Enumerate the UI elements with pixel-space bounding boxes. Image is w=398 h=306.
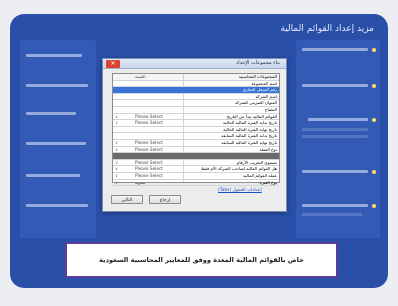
bg-bullet (372, 84, 376, 88)
bg-line (308, 118, 368, 121)
grid-row-label: تاريخ نهاية الفترة المالية الحالية (223, 126, 277, 132)
grid-row[interactable]: العنوان الضريبي للشركة (113, 100, 279, 107)
chevron-down-icon[interactable]: ∨ (115, 173, 131, 179)
grid-row-label: تاريخ بداية الفترة المالية السابقة (221, 133, 277, 139)
bg-right-panel (296, 40, 380, 238)
caption-text: خاص بالقوائم المالية المعدة ووفق للمعايي… (99, 256, 304, 264)
background-heading: مزيد إعداد القوائم المالية (280, 24, 374, 34)
dialog-titlebar: بناء مجموعات الإعداد ✕ (103, 59, 286, 69)
caption-box: خاص بالقوائم المالية المعدة ووفق للمعايي… (65, 242, 338, 278)
bg-bullet (372, 170, 376, 174)
bg-left-panel (20, 40, 96, 238)
grid-row-value[interactable]: Please Select (135, 173, 175, 179)
dialog-title: بناء مجموعات الإعداد (235, 60, 280, 66)
bg-line (26, 84, 88, 87)
grid-row-label: اسم الشركة (255, 93, 277, 99)
grid-row-value[interactable]: Please Select (135, 160, 175, 166)
grid-header-value: القيمة (135, 74, 146, 79)
grid-row-value[interactable]: Please Select (135, 114, 175, 120)
settings-grid: المجموعات المحاسبية القيمة اسم المجموعة ر… (112, 73, 280, 187)
bg-bullet (372, 48, 376, 52)
bg-line (26, 54, 82, 57)
chevron-down-icon[interactable]: ∨ (115, 166, 131, 172)
grid-row-label: مستوى التقريب الأرقام (236, 159, 277, 165)
grid-row-value[interactable]: Please Select (135, 147, 175, 153)
grid-row[interactable]: نوع الفترة سنوية ∨ (113, 180, 279, 187)
next-button[interactable]: التالي (111, 195, 143, 204)
bg-line (302, 204, 368, 207)
chevron-down-icon[interactable]: ∨ (115, 140, 131, 146)
chevron-down-icon[interactable]: ∨ (115, 147, 131, 153)
grid-row-label: رقم السجل التجاري (242, 87, 277, 93)
grid-row[interactable]: تاريخ بداية الفترة المالية الحالية Please… (113, 120, 279, 127)
slide-frame: مزيد إعداد القوائم المالية بناء مجموعات … (0, 0, 398, 306)
grid-row[interactable]: نوع العملة Please Select ∨ (113, 147, 279, 154)
grid-row-value[interactable]: Please Select (135, 166, 175, 172)
grid-row-value[interactable]: Please Select (135, 140, 175, 146)
grid-row-label: اسم المجموعة (251, 80, 277, 86)
back-button[interactable]: إرجاع (149, 195, 181, 204)
bg-line (26, 174, 80, 177)
grid-row[interactable]: مستوى التقريب الأرقام Please Select ∨ (113, 160, 279, 167)
grid-row[interactable]: القوائم المالية تبدأ من التاريخ Please Se… (113, 114, 279, 121)
bg-line (302, 135, 368, 138)
grid-row[interactable]: تاريخ نهاية الفترة المالية الحالية (113, 127, 279, 134)
grid-row-value[interactable]: Please Select (135, 120, 175, 126)
grid-row-label: تاريخ نهاية الفترة المالية السابقة (221, 140, 277, 145)
bg-bullet (372, 204, 376, 208)
bg-line (302, 48, 368, 51)
grid-row-label: نوع العملة (259, 146, 277, 152)
grid-row-label: القوائم المالية تبدأ من التاريخ (226, 113, 277, 119)
grid-row[interactable]: هل القوائم المالية لصاحب الشركة الأم فقط… (113, 166, 279, 173)
bg-line (302, 213, 362, 216)
grid-row[interactable]: المفتاح (113, 107, 279, 114)
field-settings-link[interactable]: إعدادات الحقول (Tabs) (218, 188, 262, 193)
grid-row-label: المفتاح (264, 107, 277, 112)
bg-line (302, 84, 368, 87)
bg-line (302, 170, 368, 173)
grid-header-name: المجموعات المحاسبية (238, 74, 277, 79)
bg-line (26, 112, 76, 115)
grid-row[interactable]: عملة القوائم المالية Please Select ∨ (113, 173, 279, 180)
grid-row-value[interactable]: سنوية (135, 180, 175, 186)
bg-bullet (372, 118, 376, 122)
grid-row-label: نوع الفترة (259, 179, 277, 185)
chevron-down-icon[interactable]: ∨ (115, 114, 131, 120)
grid-row-label: تاريخ بداية الفترة المالية الحالية (222, 120, 277, 126)
grid-row-label: هل القوائم المالية لصاحب الشركة الأم فقط (201, 166, 277, 172)
grid-row[interactable]: اسم الشركة (113, 94, 279, 101)
bg-line (302, 128, 368, 131)
grid-row[interactable]: رقم السجل التجاري (113, 87, 279, 94)
grid-row[interactable]: تاريخ بداية الفترة المالية السابقة (113, 133, 279, 140)
chevron-down-icon[interactable]: ∨ (115, 160, 131, 166)
chevron-down-icon[interactable]: ∨ (115, 120, 131, 126)
bg-line (26, 142, 86, 145)
grid-row-label: عملة القوائم المالية (243, 173, 277, 178)
grid-row[interactable]: تاريخ نهاية الفترة المالية السابقة Please… (113, 140, 279, 147)
close-icon[interactable]: ✕ (106, 60, 120, 68)
grid-row-label: العنوان الضريبي للشركة (234, 100, 277, 106)
bg-line (26, 204, 88, 207)
chevron-down-icon[interactable]: ∨ (115, 180, 131, 186)
grid-row[interactable] (113, 153, 279, 160)
grid-header-row: المجموعات المحاسبية القيمة (113, 74, 279, 81)
grid-row[interactable]: اسم المجموعة (113, 81, 279, 88)
setup-dialog: بناء مجموعات الإعداد ✕ المجموعات المحاسب… (102, 58, 287, 212)
